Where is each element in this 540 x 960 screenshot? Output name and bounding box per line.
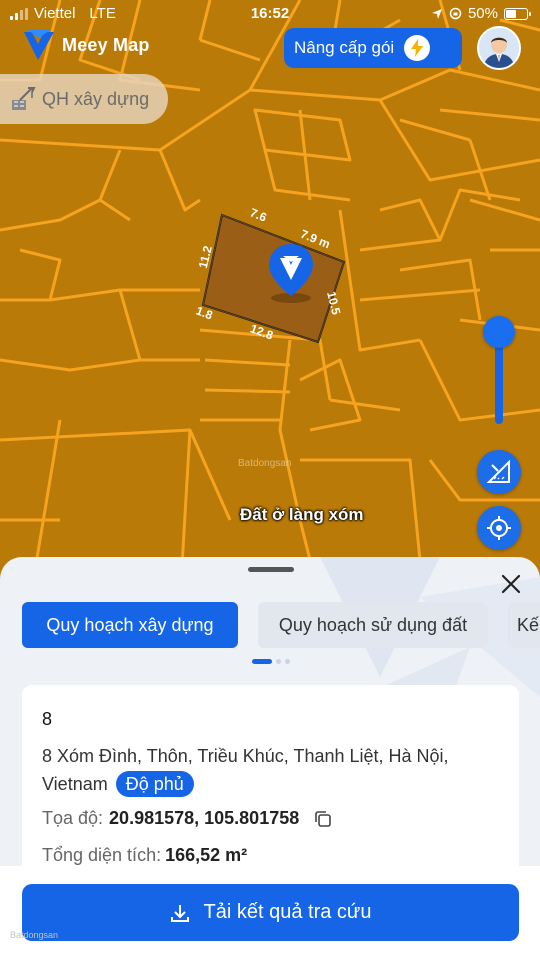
planning-tabs: Quy hoạch xây dựng Quy hoạch sử dụng đất… [22, 602, 540, 648]
area-value: 166,52 m² [165, 845, 248, 865]
download-results-button[interactable]: Tải kết quả tra cứu [22, 884, 519, 941]
measure-button[interactable] [477, 450, 521, 494]
locate-button[interactable] [477, 506, 521, 550]
brand-name: Meey Map [62, 34, 150, 55]
tab-pager-dots [252, 659, 290, 664]
status-bar: Viettel LTE 16:52 50% [0, 0, 540, 28]
map-watermark: Batdongsan [238, 458, 292, 469]
battery-icon [504, 7, 531, 20]
zoom-slider[interactable] [483, 316, 515, 426]
tab-more[interactable]: Kế [508, 602, 540, 648]
meey-logo-icon [24, 30, 54, 60]
avatar[interactable] [477, 26, 521, 70]
location-arrow-icon [431, 8, 442, 19]
crane-icon [12, 87, 36, 110]
construction-planning-layer-button[interactable]: QH xây dựng [0, 74, 168, 124]
bottom-watermark: Batdongsan [10, 930, 59, 940]
download-label: Tải kết quả tra cứu [203, 901, 372, 923]
close-icon[interactable] [498, 571, 524, 597]
coverage-badge[interactable]: Độ phủ [115, 771, 194, 797]
battery-percent: 50% [467, 5, 498, 22]
parcel-number: 8 [42, 709, 53, 729]
upgrade-button[interactable]: Nâng cấp gói [284, 28, 462, 68]
tab-land-use-planning[interactable]: Quy hoạch sử dụng đất [258, 602, 488, 648]
layer-pill-label: QH xây dựng [42, 88, 150, 109]
copy-icon[interactable] [313, 809, 333, 829]
location-pin-icon[interactable] [266, 242, 316, 306]
area-row: Tổng diện tích: 166,52 m² [42, 845, 499, 866]
bottom-action-bar: Tải kết quả tra cứu Batdongsan [0, 866, 540, 960]
coordinates-row: Tọa độ: 20.981578, 105.801758 [42, 808, 499, 829]
coord-label: Tọa độ: [42, 808, 104, 828]
tab-construction-planning[interactable]: Quy hoạch xây dựng [22, 602, 238, 648]
address-text: 8 Xóm Đình, Thôn, Triều Khúc, Thanh Liệt… [42, 746, 449, 794]
area-label: Tổng diện tích: [42, 845, 162, 865]
lightning-icon [404, 35, 431, 61]
parcel-info-card: 8 8 Xóm Đình, Thôn, Triều Khúc, Thanh Li… [22, 685, 519, 885]
rotation-lock-icon [449, 7, 462, 20]
crosshair-icon [487, 516, 511, 540]
download-icon [170, 904, 189, 922]
sheet-drag-handle[interactable] [248, 567, 294, 572]
coord-value: 20.981578, 105.801758 [109, 808, 300, 828]
zone-label: Đất ở làng xóm [240, 505, 364, 524]
upgrade-label: Nâng cấp gói [294, 38, 395, 57]
parcel-address: 8 Xóm Đình, Thôn, Triều Khúc, Thanh Liệt… [42, 742, 499, 798]
ruler-icon [486, 459, 510, 483]
zoom-slider-knob[interactable] [483, 316, 515, 348]
app-logo: Meey Map [22, 28, 150, 62]
